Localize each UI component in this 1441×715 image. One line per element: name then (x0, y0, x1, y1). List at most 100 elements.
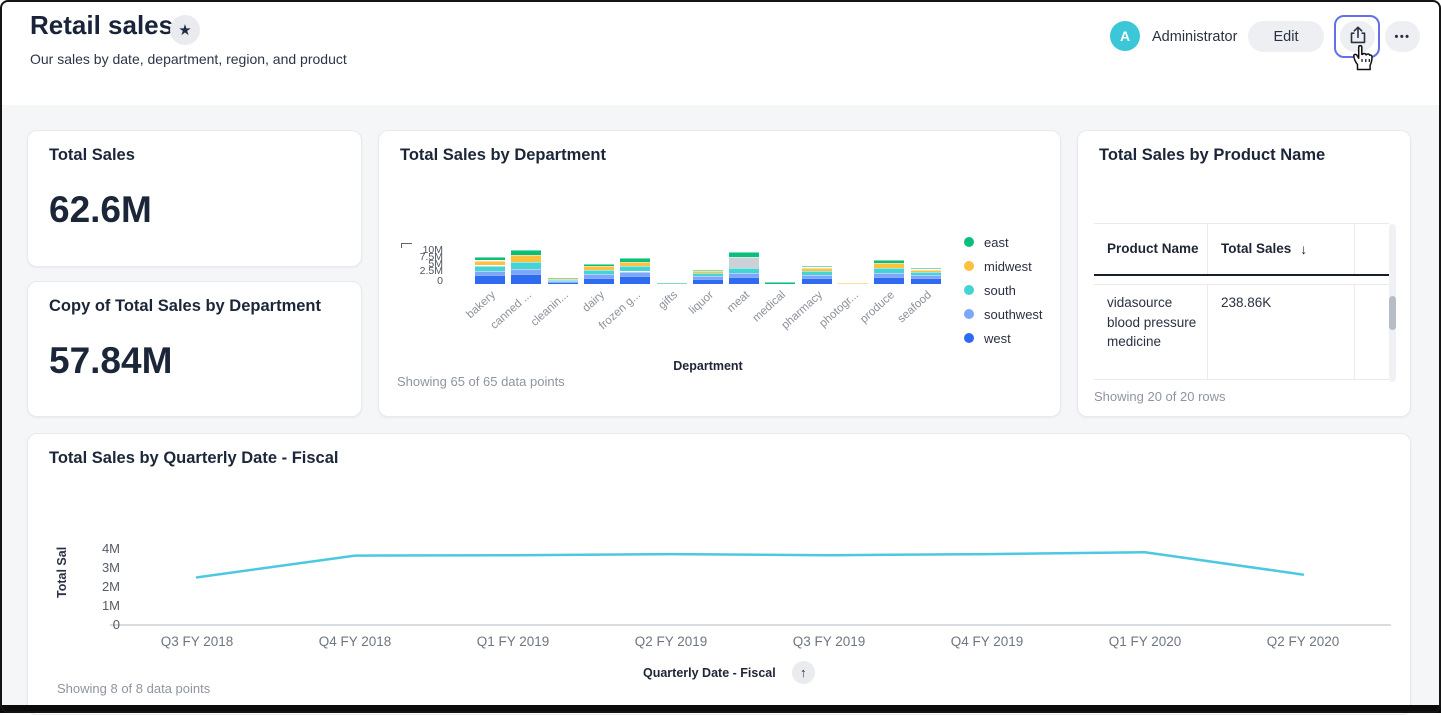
bar-segment-canned-east[interactable] (511, 250, 541, 255)
more-options-button[interactable]: ••• (1385, 21, 1420, 52)
bar-segment-liquor-midwest[interactable] (693, 271, 723, 273)
column-header-product-name[interactable]: Product Name (1094, 224, 1208, 274)
bar-segment-liquor-west[interactable] (693, 279, 723, 284)
bar-segment-frozeng-east[interactable] (620, 258, 650, 262)
kpi-value: 62.6M (49, 189, 152, 231)
line-series-svg (28, 434, 1412, 664)
bar-segment-frozeng-south[interactable] (620, 266, 650, 271)
line-series-total-sales[interactable] (197, 552, 1303, 577)
bar-segment-pharmacy-southwest[interactable] (802, 275, 832, 278)
kpi-card-copy-total-sales[interactable]: Copy of Total Sales by Department 57.84M (27, 281, 362, 417)
cell-empty (1355, 285, 1389, 379)
bar-segment-meat-midwest[interactable] (729, 257, 759, 268)
bar-segment-produce-east[interactable] (874, 260, 904, 263)
data-points-note: Showing 65 of 65 data points (397, 374, 565, 389)
bar-segment-cleanin-southwest[interactable] (548, 281, 578, 282)
legend-label: south (984, 283, 1016, 298)
bar-segment-bakery-southwest[interactable] (475, 271, 505, 276)
edit-button[interactable]: Edit (1248, 21, 1324, 52)
table-scrollbar-track[interactable] (1389, 224, 1396, 382)
avatar[interactable]: A (1110, 21, 1140, 51)
table-card-total-sales-by-product-name: Total Sales by Product Name Product Name… (1077, 130, 1411, 417)
legend-item-east[interactable]: east (964, 230, 1043, 254)
bar-segment-pharmacy-west[interactable] (802, 278, 832, 284)
bar-segment-produce-midwest[interactable] (874, 263, 904, 268)
bar-segment-photogr-midwest[interactable] (838, 283, 868, 284)
sort-ascending-icon[interactable]: ↑ (792, 661, 815, 684)
kpi-card-total-sales[interactable]: Total Sales 62.6M (27, 130, 362, 267)
product-table: Product Name Total Sales ↓ vidasource bl… (1094, 223, 1389, 380)
bar-segment-meat-southwest[interactable] (729, 273, 759, 276)
favorite-star-icon[interactable]: ★ (170, 15, 200, 45)
bar-segment-canned-south[interactable] (511, 262, 541, 269)
bar-segment-bakery-east[interactable] (475, 257, 505, 261)
bar-segment-cleanin-east[interactable] (548, 278, 578, 279)
bar-segment-meat-west[interactable] (729, 277, 759, 284)
bar-segment-liquor-south[interactable] (693, 273, 723, 276)
legend-item-southwest[interactable]: southwest (964, 302, 1043, 326)
bar-segment-seafood-midwest[interactable] (911, 270, 941, 272)
bar-segment-dairy-west[interactable] (584, 278, 614, 284)
bar-segment-liquor-southwest[interactable] (693, 276, 723, 279)
legend-item-west[interactable]: west (964, 326, 1043, 350)
bar-segment-meat-south[interactable] (729, 268, 759, 273)
bar-segment-seafood-west[interactable] (911, 278, 941, 284)
legend-item-midwest[interactable]: midwest (964, 254, 1043, 278)
legend-label: midwest (984, 259, 1032, 274)
bar-segment-dairy-east[interactable] (584, 264, 614, 267)
bar-segment-seafood-south[interactable] (911, 272, 941, 275)
legend-dot-southwest (964, 309, 974, 319)
bar-segment-dairy-midwest[interactable] (584, 266, 614, 270)
bar-segment-produce-southwest[interactable] (874, 273, 904, 277)
legend-item-south[interactable]: south (964, 278, 1043, 302)
legend-dot-west (964, 333, 974, 343)
chart-legend: east midwest south southwest west (964, 230, 1043, 350)
bar-segment-pharmacy-midwest[interactable] (802, 268, 832, 272)
column-header-empty (1355, 224, 1389, 274)
page-subtitle: Our sales by date, department, region, a… (30, 51, 347, 67)
data-points-note: Showing 8 of 8 data points (57, 681, 210, 696)
chart-card-total-sales-by-quarterly-date: Total Sales by Quarterly Date - Fiscal T… (27, 433, 1411, 715)
bar-segment-cleanin-west[interactable] (548, 282, 578, 284)
table-title: Total Sales by Product Name (1099, 146, 1325, 165)
table-row[interactable]: vidasource blood pressure medicine238.86… (1094, 285, 1389, 380)
kpi-value: 57.84M (49, 340, 172, 382)
table-scrollbar-thumb[interactable] (1389, 296, 1396, 330)
table-spacer-row (1094, 276, 1389, 285)
legend-label: southwest (984, 307, 1043, 322)
bar-segment-frozeng-southwest[interactable] (620, 272, 650, 277)
legend-label: west (984, 331, 1011, 346)
bar-segment-frozeng-west[interactable] (620, 276, 650, 284)
bar-segment-seafood-east[interactable] (911, 268, 941, 270)
legend-dot-east (964, 237, 974, 247)
share-icon (1350, 26, 1366, 48)
bar-segment-bakery-south[interactable] (475, 266, 505, 271)
bar-segment-bakery-midwest[interactable] (475, 261, 505, 266)
bar-segment-produce-west[interactable] (874, 277, 904, 284)
bar-segment-dairy-south[interactable] (584, 270, 614, 274)
bar-segment-cleanin-south[interactable] (548, 280, 578, 281)
legend-dot-south (964, 285, 974, 295)
column-header-label: Total Sales (1221, 240, 1291, 258)
bar-segment-cleanin-midwest[interactable] (548, 279, 578, 280)
bar-segment-canned-southwest[interactable] (511, 269, 541, 274)
bar-segment-canned-midwest[interactable] (511, 255, 541, 262)
bar-segment-meat-east[interactable] (729, 252, 759, 257)
bar-segment-medical-east[interactable] (765, 282, 795, 284)
share-button[interactable] (1340, 21, 1375, 52)
column-header-total-sales[interactable]: Total Sales ↓ (1208, 224, 1355, 274)
bar-segment-seafood-southwest[interactable] (911, 275, 941, 278)
bar-segment-produce-south[interactable] (874, 268, 904, 273)
bar-segment-pharmacy-south[interactable] (802, 271, 832, 275)
legend-dot-midwest (964, 261, 974, 271)
bar-segment-liquor-east[interactable] (693, 270, 723, 272)
bar-segment-canned-west[interactable] (511, 274, 541, 284)
bar-segment-gifts-east[interactable] (657, 283, 687, 284)
sort-descending-icon[interactable]: ↓ (1300, 240, 1307, 259)
bar-segment-bakery-west[interactable] (475, 275, 505, 284)
x-axis-title: Quarterly Date - Fiscal (643, 666, 776, 680)
bar-segment-dairy-southwest[interactable] (584, 274, 614, 278)
y-axis-tick-label: 0 (399, 277, 443, 286)
bar-segment-pharmacy-east[interactable] (802, 266, 832, 268)
bar-segment-frozeng-midwest[interactable] (620, 262, 650, 267)
